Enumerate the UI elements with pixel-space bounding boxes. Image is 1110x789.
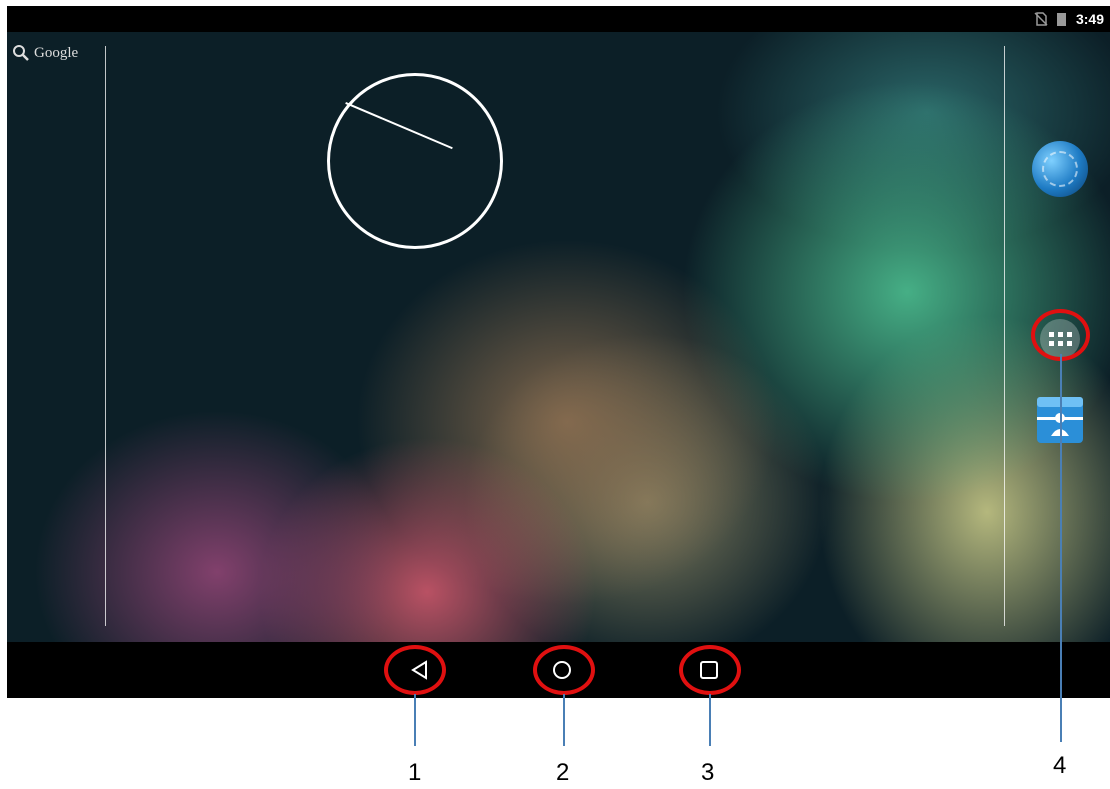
google-search-widget[interactable]: Google [12,44,78,62]
leader-line-1 [414,694,416,746]
search-label: Google [34,44,79,61]
battery-icon [1057,13,1066,26]
leader-line-4 [1060,354,1062,742]
no-sim-icon [1034,12,1048,26]
callout-label-2: 2 [556,759,570,786]
status-bar: 3:49 [7,6,1110,32]
callout-label-4: 4 [1053,752,1067,779]
callout-label-1: 1 [408,759,422,786]
highlight-home-button [533,645,595,695]
analog-clock-widget[interactable] [327,73,503,249]
left-divider [105,46,106,626]
highlight-back-button [384,645,446,695]
search-icon [13,45,29,61]
home-wallpaper [7,32,1110,642]
leader-line-2 [563,694,565,746]
tablet-screen: 3:49 Google [7,6,1110,698]
highlight-recent-button [679,645,741,695]
status-time: 3:49 [1075,11,1104,27]
callout-label-3: 3 [701,759,715,786]
browser-icon[interactable] [1032,141,1088,197]
leader-line-3 [709,694,711,746]
right-divider [1004,46,1005,626]
